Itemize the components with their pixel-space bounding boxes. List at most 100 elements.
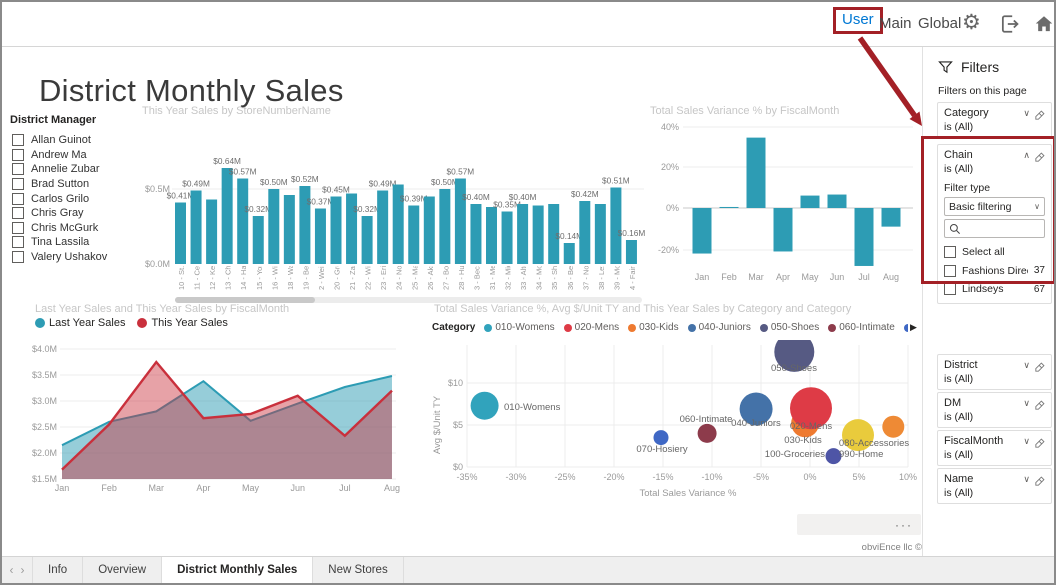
- legend-item[interactable]: 050-Shoes: [759, 322, 819, 333]
- bar[interactable]: [827, 194, 847, 208]
- filter-option[interactable]: Lindseys 67: [944, 280, 1045, 299]
- bar[interactable]: [439, 189, 451, 264]
- home-icon[interactable]: [1033, 13, 1054, 35]
- bar[interactable]: [625, 240, 637, 264]
- nav-user-link[interactable]: User: [833, 7, 883, 34]
- legend-item[interactable]: 020-Mens: [563, 322, 619, 333]
- bar[interactable]: [237, 178, 249, 265]
- legend-item[interactable]: 060-Intimate: [828, 322, 895, 333]
- eraser-icon[interactable]: [1034, 108, 1045, 120]
- checkbox-icon[interactable]: [12, 134, 24, 147]
- bar[interactable]: [854, 208, 874, 266]
- chevron-down-icon[interactable]: ∨: [1023, 108, 1030, 119]
- eraser-icon[interactable]: [1034, 474, 1045, 486]
- bar[interactable]: [423, 196, 435, 265]
- filter-type-dropdown[interactable]: Basic filtering ∨: [944, 197, 1045, 216]
- bubble-010-Womens[interactable]: [470, 391, 499, 420]
- bar[interactable]: [206, 199, 218, 265]
- checkbox-icon[interactable]: [12, 221, 24, 234]
- eraser-icon[interactable]: [1034, 436, 1045, 448]
- filter-search-input[interactable]: [944, 219, 1045, 238]
- sign-out-icon[interactable]: [999, 13, 1021, 35]
- district-manager-option[interactable]: Andrew Ma: [12, 148, 142, 163]
- checkbox-icon[interactable]: [944, 283, 956, 296]
- tab-info[interactable]: Info: [33, 557, 84, 583]
- gear-icon[interactable]: ⚙: [962, 10, 984, 34]
- chevron-down-icon[interactable]: ∨: [1023, 398, 1030, 409]
- district-manager-option[interactable]: Annelie Zubar: [12, 162, 142, 177]
- filter-card-district[interactable]: District ∨ is (All): [937, 354, 1052, 390]
- bar[interactable]: [594, 204, 606, 264]
- legend-more-icon[interactable]: ▶: [910, 322, 917, 333]
- chevron-down-icon[interactable]: ∨: [1023, 474, 1030, 485]
- district-manager-option[interactable]: Carlos Grilo: [12, 191, 142, 206]
- nav-global-link[interactable]: Global: [918, 15, 961, 32]
- chevron-up-icon[interactable]: ∧: [1023, 150, 1030, 161]
- district-manager-option[interactable]: Valery Ushakov: [12, 250, 142, 265]
- bar[interactable]: [408, 205, 420, 265]
- checkbox-icon[interactable]: [944, 246, 956, 259]
- eraser-icon[interactable]: [1034, 150, 1045, 162]
- district-manager-option[interactable]: Allan Guinot: [12, 133, 142, 148]
- bubble-060-Intimate[interactable]: [697, 423, 717, 443]
- bar[interactable]: [532, 205, 544, 265]
- bar[interactable]: [692, 208, 712, 254]
- filter-card-name[interactable]: Name ∨ is (All): [937, 468, 1052, 504]
- bar[interactable]: [773, 208, 793, 252]
- bar[interactable]: [268, 189, 280, 264]
- filter-card-category[interactable]: Category ∨ is (All): [937, 102, 1052, 138]
- district-manager-option[interactable]: Tina Lassila: [12, 235, 142, 250]
- tab-prev-icon[interactable]: ‹: [10, 563, 14, 577]
- bar[interactable]: [361, 216, 373, 264]
- filter-option[interactable]: Select all: [944, 243, 1045, 262]
- bar[interactable]: [610, 187, 622, 265]
- checkbox-icon[interactable]: [12, 251, 24, 264]
- bar[interactable]: [501, 211, 513, 265]
- checkbox-icon[interactable]: [12, 207, 24, 220]
- eraser-icon[interactable]: [1034, 360, 1045, 372]
- legend-item-last-year[interactable]: Last Year Sales: [35, 317, 125, 329]
- tab-next-icon[interactable]: ›: [21, 563, 25, 577]
- filter-card-chain[interactable]: Chain ∧ is (All) Filter type Basic filtering…: [937, 144, 1052, 304]
- checkbox-icon[interactable]: [12, 192, 24, 205]
- bar[interactable]: [221, 168, 233, 264]
- bar[interactable]: [330, 196, 342, 265]
- bar[interactable]: [175, 202, 186, 265]
- checkbox-icon[interactable]: [12, 163, 24, 176]
- district-manager-option[interactable]: Chris McGurk: [12, 221, 142, 236]
- legend-item[interactable]: 070-Hosiery: [903, 322, 908, 333]
- bar[interactable]: [719, 206, 739, 208]
- bar[interactable]: [800, 195, 820, 208]
- bubble-990-Home[interactable]: [882, 415, 905, 438]
- bar[interactable]: [377, 190, 389, 265]
- chevron-down-icon[interactable]: ∨: [1023, 436, 1030, 447]
- district-manager-option[interactable]: Chris Gray: [12, 206, 142, 221]
- bar[interactable]: [563, 243, 575, 264]
- chevron-down-icon[interactable]: ∨: [1023, 360, 1030, 371]
- bubble-070-Hosiery[interactable]: [653, 430, 669, 446]
- bar[interactable]: [252, 216, 264, 264]
- tab-district-monthly-sales[interactable]: District Monthly Sales: [162, 557, 314, 583]
- bar[interactable]: [579, 201, 591, 264]
- legend-item-this-year[interactable]: This Year Sales: [137, 317, 228, 329]
- district-manager-option[interactable]: Brad Sutton: [12, 177, 142, 192]
- tab-new-stores[interactable]: New Stores: [313, 557, 404, 583]
- filter-card-dm[interactable]: DM ∨ is (All): [937, 392, 1052, 428]
- more-options-button[interactable]: ···: [797, 514, 921, 535]
- nav-main-link[interactable]: Main: [879, 15, 912, 32]
- filter-card-fiscalmonth[interactable]: FiscalMonth ∨ is (All): [937, 430, 1052, 466]
- bar[interactable]: [190, 190, 202, 265]
- checkbox-icon[interactable]: [12, 236, 24, 249]
- legend-item[interactable]: 030-Kids: [628, 322, 679, 333]
- bar[interactable]: [283, 195, 295, 264]
- bar[interactable]: [881, 208, 901, 227]
- checkbox-icon[interactable]: [12, 178, 24, 191]
- checkbox-icon[interactable]: [944, 264, 956, 277]
- bar[interactable]: [746, 137, 766, 208]
- eraser-icon[interactable]: [1034, 398, 1045, 410]
- filter-option[interactable]: Fashions Direct 37: [944, 262, 1045, 281]
- bar[interactable]: [517, 204, 529, 264]
- checkbox-icon[interactable]: [12, 148, 24, 161]
- legend-item[interactable]: 040-Juniors: [687, 322, 751, 333]
- bar[interactable]: [486, 207, 497, 264]
